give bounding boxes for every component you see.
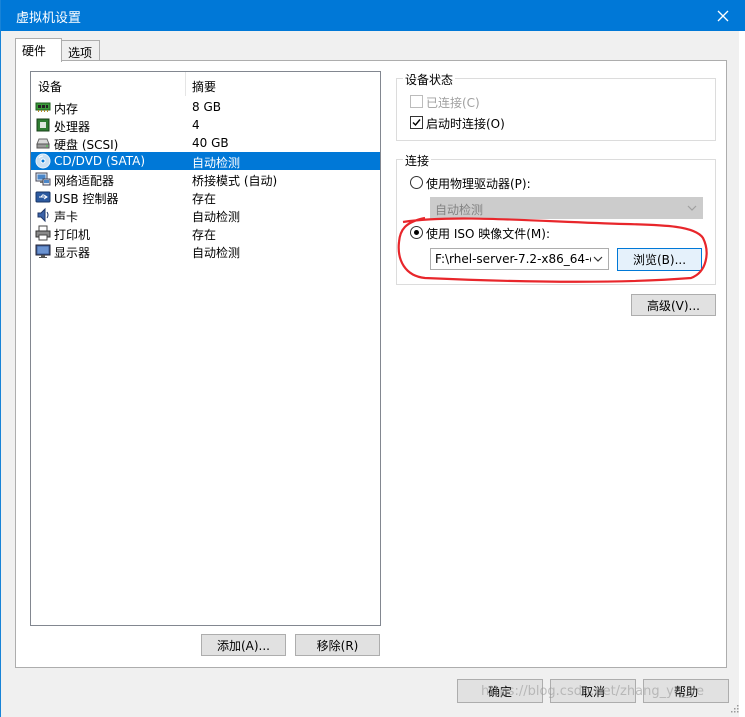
chevron-down-icon <box>684 198 700 218</box>
add-button[interactable]: 添加(A)... <box>201 634 286 656</box>
device-row-usb[interactable]: USB 控制器 存在 <box>31 188 380 206</box>
sound-card-icon <box>37 207 49 223</box>
dialog-title: 虚拟机设置 <box>16 11 82 26</box>
device-name: 处理器 <box>54 120 91 134</box>
physical-drive-radio[interactable] <box>410 176 423 189</box>
physical-drive-select[interactable]: 自动检测 <box>430 197 703 219</box>
remove-button[interactable]: 移除(R) <box>295 634 380 656</box>
device-row-printer[interactable]: 打印机 存在 <box>31 224 380 242</box>
device-row-cd-dvd[interactable]: CD/DVD (SATA) 自动检测 <box>31 152 380 170</box>
tab-hardware[interactable]: 硬件 <box>15 38 62 62</box>
device-summary: 存在 <box>192 192 217 206</box>
tab-options[interactable]: 选项 <box>61 40 100 62</box>
hard-disk-icon <box>36 138 50 149</box>
device-summary: 自动检测 <box>192 156 241 170</box>
device-summary: 8 GB <box>192 100 221 114</box>
iso-image-radio[interactable] <box>410 226 423 239</box>
device-summary: 4 <box>192 118 200 132</box>
device-name: CD/DVD (SATA) <box>54 154 146 168</box>
memory-icon <box>35 102 51 112</box>
title-bar: 虚拟机设置 <box>1 0 745 31</box>
tab-options-label: 选项 <box>68 46 93 60</box>
iso-path-value: F:\rhel-server-7.2-x86_64-dvd <box>435 252 591 266</box>
device-summary: 40 GB <box>192 136 229 150</box>
close-button[interactable] <box>700 0 745 31</box>
device-name: 网络适配器 <box>54 174 115 188</box>
column-device[interactable]: 设备 <box>38 78 62 95</box>
chevron-down-icon <box>590 249 606 269</box>
connect-at-power-on-label: 启动时连接(O) <box>426 117 505 131</box>
physical-drive-label: 使用物理驱动器(P): <box>426 177 531 191</box>
close-icon <box>717 10 729 21</box>
processor-icon <box>36 118 50 132</box>
device-row-hard-disk[interactable]: 硬盘 (SCSI) 40 GB <box>31 134 380 152</box>
device-name: 打印机 <box>54 228 91 242</box>
device-summary: 存在 <box>192 228 217 242</box>
browse-button[interactable]: 浏览(B)... <box>617 248 702 271</box>
connect-at-power-on-checkbox[interactable] <box>410 116 423 129</box>
device-name: 内存 <box>54 102 79 116</box>
background-window-edge <box>739 31 745 717</box>
iso-image-label: 使用 ISO 映像文件(M): <box>426 227 550 241</box>
advanced-button[interactable]: 高级(V)... <box>631 294 716 316</box>
device-row-network-adapter[interactable]: 网络适配器 桥接模式 (自动) <box>31 170 380 188</box>
cd-dvd-icon <box>35 153 51 169</box>
printer-icon <box>35 225 51 241</box>
device-row-memory[interactable]: 内存 8 GB <box>31 98 380 116</box>
vm-settings-dialog: 虚拟机设置 硬件 选项 设备 摘要 内存 8 GB 处理器 4 硬盘 (SCSI… <box>0 0 745 717</box>
device-row-sound-card[interactable]: 声卡 自动检测 <box>31 206 380 224</box>
physical-drive-value: 自动检测 <box>435 203 484 217</box>
checkmark-icon <box>412 119 421 127</box>
column-summary[interactable]: 摘要 <box>192 78 216 95</box>
display-icon <box>35 244 51 258</box>
device-name: 硬盘 (SCSI) <box>54 138 119 152</box>
device-list[interactable]: 设备 摘要 内存 8 GB 处理器 4 硬盘 (SCSI) 40 GB CD/D… <box>30 71 381 626</box>
device-name: USB 控制器 <box>54 192 119 206</box>
device-summary: 桥接模式 (自动) <box>192 174 278 188</box>
device-name: 显示器 <box>54 246 91 260</box>
resize-grip-icon[interactable] <box>729 703 739 713</box>
connected-label: 已连接(C) <box>426 96 480 110</box>
tab-hardware-label: 硬件 <box>22 44 47 58</box>
network-adapter-icon <box>35 172 51 186</box>
device-status-title: 设备状态 <box>403 71 456 88</box>
device-summary: 自动检测 <box>192 246 241 260</box>
device-summary: 自动检测 <box>192 210 241 224</box>
device-row-display[interactable]: 显示器 自动检测 <box>31 242 380 260</box>
watermark-text: https://blog.csdn.net/zhang_ye_ye <box>481 684 704 699</box>
connected-checkbox[interactable] <box>410 95 423 108</box>
iso-path-combo[interactable]: F:\rhel-server-7.2-x86_64-dvd <box>430 248 609 270</box>
column-separator <box>185 72 186 96</box>
device-name: 声卡 <box>54 210 79 224</box>
device-row-processor[interactable]: 处理器 4 <box>31 116 380 134</box>
connection-title: 连接 <box>403 152 432 169</box>
usb-icon <box>35 191 51 203</box>
device-list-header: 设备 摘要 <box>31 72 380 96</box>
